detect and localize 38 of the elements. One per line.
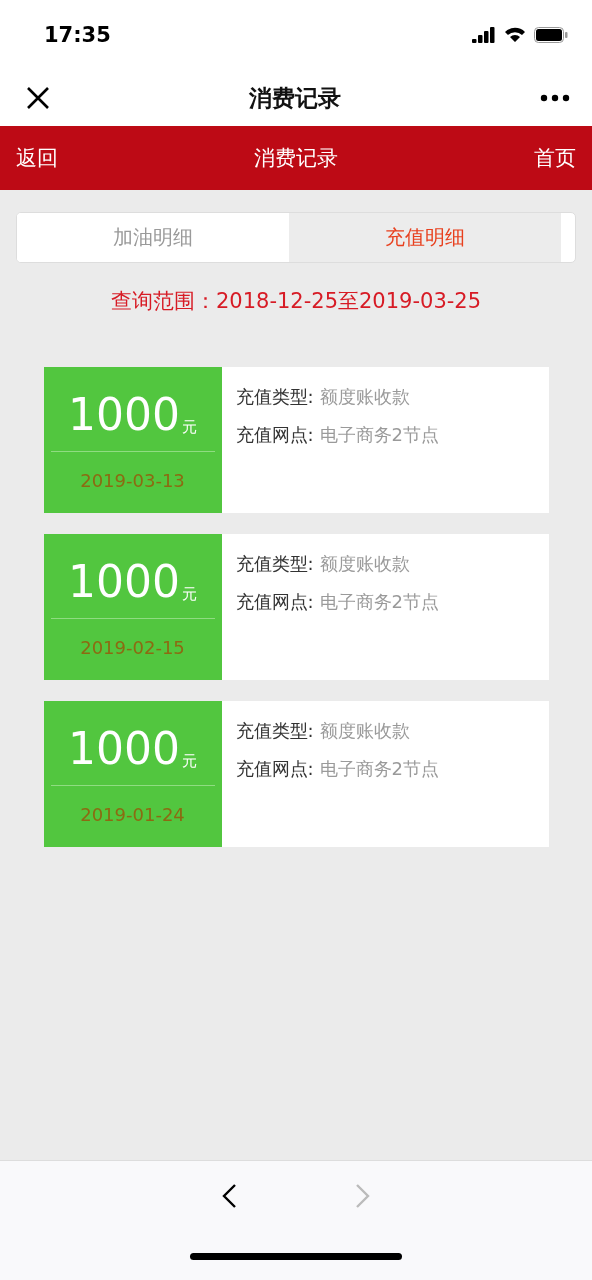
battery-icon xyxy=(534,27,568,43)
amount: 1000 xyxy=(68,727,180,771)
field-label: 充值类型: xyxy=(235,385,314,409)
field-value: 额度账收款 xyxy=(319,719,410,743)
close-button[interactable] xyxy=(26,86,50,110)
header-title: 消费记录 xyxy=(254,145,338,172)
back-link[interactable]: 返回 xyxy=(16,144,58,172)
home-link[interactable]: 首页 xyxy=(534,144,576,172)
amount: 1000 xyxy=(68,560,180,604)
back-button[interactable] xyxy=(221,1183,237,1209)
wifi-icon xyxy=(504,27,526,43)
tab[interactable]: 充值明细 xyxy=(289,213,561,262)
field-value: 额度账收款 xyxy=(319,552,410,576)
field-label: 充值网点: xyxy=(235,757,314,781)
chevron-left-icon xyxy=(221,1183,237,1209)
close-icon xyxy=(26,86,50,110)
currency-unit: 元 xyxy=(182,418,197,437)
field-value: 电子商务2节点 xyxy=(319,757,440,781)
currency-unit: 元 xyxy=(182,585,197,604)
status-time: 17:35 xyxy=(44,23,111,47)
field-value: 电子商务2节点 xyxy=(319,590,440,614)
signal-icon xyxy=(472,27,496,43)
currency-unit: 元 xyxy=(182,752,197,771)
record-date: 2019-01-24 xyxy=(80,804,185,825)
field-label: 充值类型: xyxy=(235,552,314,576)
field-value: 电子商务2节点 xyxy=(319,423,440,447)
amount: 1000 xyxy=(68,393,180,437)
field-value: 额度账收款 xyxy=(319,385,410,409)
page-title: 消费记录 xyxy=(249,83,341,113)
more-button[interactable] xyxy=(540,94,570,102)
more-icon xyxy=(540,94,570,102)
query-range: 查询范围：2018-12-25至2019-03-25 xyxy=(110,288,482,315)
record-date: 2019-03-13 xyxy=(80,470,185,491)
field-label: 充值网点: xyxy=(235,423,314,447)
chevron-right-icon xyxy=(355,1183,371,1209)
field-label: 充值网点: xyxy=(235,590,314,614)
record-date: 2019-02-15 xyxy=(80,637,185,658)
field-label: 充值类型: xyxy=(235,719,314,743)
